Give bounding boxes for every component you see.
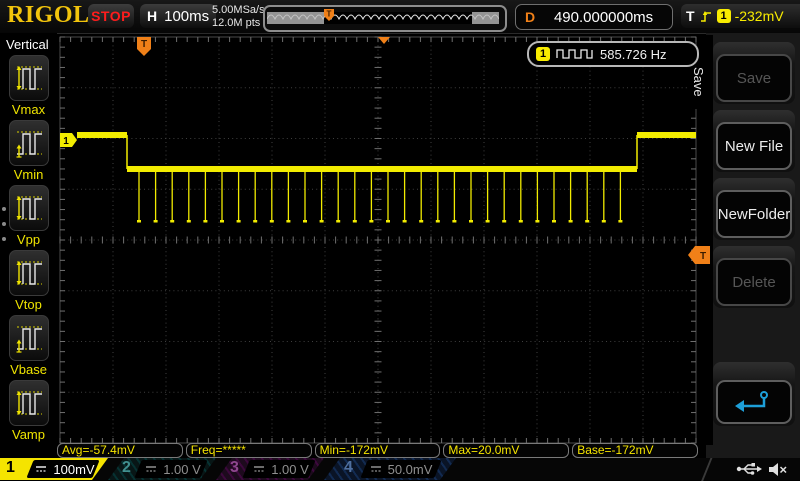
svg-text:1: 1 xyxy=(63,136,69,147)
acquisition-readout: 5.00MSa/s 12.0M pts xyxy=(212,4,265,30)
channel-status-bar: 1 100mV 2 1.00 V 3 1.00 V 4 50.0mV xyxy=(0,457,800,481)
dc-coupling-icon xyxy=(369,466,382,472)
softkey-menu: Save New File NewFolder Delete xyxy=(706,33,800,458)
dc-coupling-icon xyxy=(35,466,48,472)
measurement-min: Min=-172mV xyxy=(314,443,441,458)
channel-2-tab[interactable]: 2 1.00 V xyxy=(108,458,216,480)
timebase-readout: H 100ms xyxy=(140,4,216,28)
square-wave-icon xyxy=(556,49,593,59)
vmin-icon xyxy=(8,120,49,166)
measurement-avg: Avg=-57.4mV xyxy=(57,443,183,458)
run-stop-status[interactable]: STOP xyxy=(88,4,134,28)
return-arrow-icon xyxy=(735,391,768,412)
counter-value: 585.726 Hz xyxy=(600,46,667,62)
save-button[interactable]: Save xyxy=(716,54,792,102)
sidebar-item-label: Vtop xyxy=(15,297,42,312)
sample-rate: 5.00MSa/s xyxy=(212,4,265,16)
rising-edge-icon xyxy=(700,11,711,22)
sidebar-item-label: Vmin xyxy=(13,167,44,182)
svg-text:T: T xyxy=(141,39,147,50)
sidebar-item-vbase[interactable]: Vbase xyxy=(0,315,57,380)
sidebar-item-label: Vamp xyxy=(12,427,45,442)
trigger-source-badge: 1 xyxy=(716,9,731,23)
svg-text:T: T xyxy=(700,251,706,262)
measurement-readouts: Avg=-57.4mV Freq=***** Min=-172mV Max=20… xyxy=(57,443,698,458)
delay-value: 490.000000ms xyxy=(553,8,654,26)
measurement-base: Base=-172mV xyxy=(572,443,698,458)
new-folder-button[interactable]: NewFolder xyxy=(716,190,792,238)
timebase-value: 100ms xyxy=(164,7,210,25)
sidebar-item-vmax[interactable]: Vmax xyxy=(0,55,57,120)
sidebar-title: Vertical xyxy=(6,37,49,52)
menu-slot: New File xyxy=(713,110,795,172)
frequency-counter: 1 585.726 Hz xyxy=(527,41,699,67)
menu-slot: Delete xyxy=(713,246,795,308)
waveform-display: 1 T T xyxy=(57,35,713,445)
counter-source-badge: 1 xyxy=(536,47,550,61)
new-file-button[interactable]: New File xyxy=(716,122,792,170)
measurement-freq: Freq=***** xyxy=(185,443,312,458)
sidebar-scroll-dots xyxy=(2,196,6,252)
sidebar-item-vamp[interactable]: Vamp xyxy=(0,380,57,445)
trigger-level-value: -232mV xyxy=(734,8,784,24)
back-button[interactable] xyxy=(716,380,792,424)
sidebar-item-vmin[interactable]: Vmin xyxy=(0,120,57,185)
channel-4-tab[interactable]: 4 50.0mV xyxy=(324,458,456,480)
delete-button[interactable]: Delete xyxy=(716,258,792,306)
channel-number: 2 xyxy=(122,459,131,476)
dc-coupling-icon xyxy=(145,466,157,472)
channel-number: 1 xyxy=(6,459,15,476)
channel-scale: 100mV xyxy=(53,461,95,477)
sidebar-item-label: Vbase xyxy=(10,362,47,377)
usb-icon xyxy=(736,463,762,475)
channel-1-tab[interactable]: 1 100mV xyxy=(0,458,108,480)
menu-slot: Save xyxy=(713,42,795,104)
sidebar-item-vtop[interactable]: Vtop xyxy=(0,250,57,315)
memory-depth: 12.0M pts xyxy=(212,17,261,29)
memory-waveform-preview: T xyxy=(267,9,499,24)
channel-number: 4 xyxy=(344,459,353,476)
sidebar-item-label: Vpp xyxy=(16,232,41,247)
top-status-bar: RIGOL STOP H 100ms 5.00MSa/s 12.0M pts T… xyxy=(0,0,800,34)
memory-position-bar[interactable]: T xyxy=(263,5,507,32)
delay-readout: D 490.000000ms xyxy=(515,4,673,30)
vpp-icon xyxy=(8,185,49,231)
vbase-icon xyxy=(8,315,49,361)
trigger-readout: T 1 -232mV xyxy=(681,4,800,28)
status-bar-divider xyxy=(701,457,713,481)
trigger-label: T xyxy=(686,8,695,24)
vmax-icon xyxy=(8,55,49,101)
measurement-max: Max=20.0mV xyxy=(443,443,570,458)
channel-scale: 50.0mV xyxy=(387,461,433,477)
channel-number: 3 xyxy=(230,459,239,476)
channel-3-tab[interactable]: 3 1.00 V xyxy=(216,458,324,480)
delay-label: D xyxy=(525,9,536,25)
vertical-measure-sidebar: Vertical Vmax Vmin Vpp Vtop Vbase Vamp xyxy=(0,33,57,458)
menu-slot: NewFolder xyxy=(713,178,795,240)
channel-scale: 1.00 V xyxy=(271,461,309,477)
rigol-logo: RIGOL xyxy=(7,2,90,28)
sidebar-item-label: Vmax xyxy=(11,102,46,117)
sidebar-item-vpp[interactable]: Vpp xyxy=(0,185,57,250)
speaker-muted-icon xyxy=(769,463,787,476)
vamp-icon xyxy=(8,380,49,426)
vtop-icon xyxy=(8,250,49,296)
dc-coupling-icon xyxy=(253,466,265,472)
channel-scale: 1.00 V xyxy=(163,461,201,477)
svg-text:T: T xyxy=(327,10,332,19)
menu-slot xyxy=(713,362,795,426)
timebase-label: H xyxy=(147,8,158,24)
